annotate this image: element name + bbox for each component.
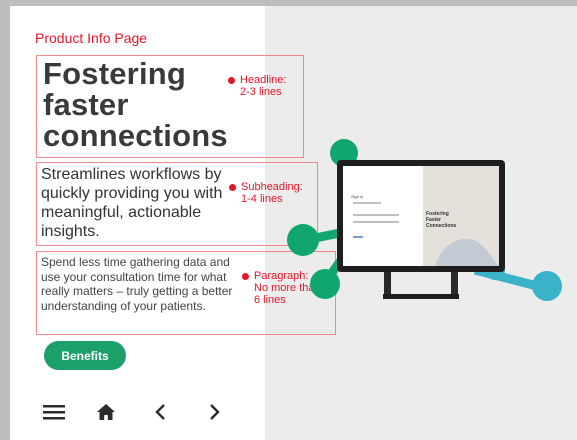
bullet-dot-icon — [228, 77, 235, 84]
chevron-left-icon — [155, 404, 165, 420]
back-button[interactable] — [146, 398, 174, 426]
benefits-button[interactable]: Benefits — [44, 341, 126, 370]
molecule-node — [310, 269, 340, 299]
bullet-dot-icon — [229, 184, 236, 191]
menu-icon — [43, 405, 65, 420]
home-button[interactable] — [92, 398, 120, 426]
headline-note: Headline: 2-3 lines — [228, 74, 287, 98]
forward-button[interactable] — [201, 398, 229, 426]
device-illustration: Sign in Fostering Faster Connections — [287, 139, 562, 301]
monitor-base — [383, 294, 459, 299]
molecule-node — [532, 271, 562, 301]
headline: Fostering faster connections — [43, 56, 228, 153]
home-icon — [97, 404, 115, 420]
page-title: Product Info Page — [35, 30, 148, 46]
bullet-dot-icon — [242, 273, 249, 280]
subheading: Streamlines workflows by quickly providi… — [41, 166, 223, 240]
screen-signin-text: Sign in — [351, 194, 363, 199]
molecule-node — [287, 224, 319, 256]
screen-headline-text: Connections — [426, 223, 456, 229]
left-divider — [0, 0, 10, 440]
chevron-right-icon — [210, 404, 220, 420]
menu-button[interactable] — [40, 398, 68, 426]
monitor: Sign in Fostering Faster Connections — [337, 160, 505, 299]
headline-note-text: Headline: 2-3 lines — [240, 74, 287, 98]
paragraph: Spend less time gathering data and use y… — [41, 255, 233, 313]
